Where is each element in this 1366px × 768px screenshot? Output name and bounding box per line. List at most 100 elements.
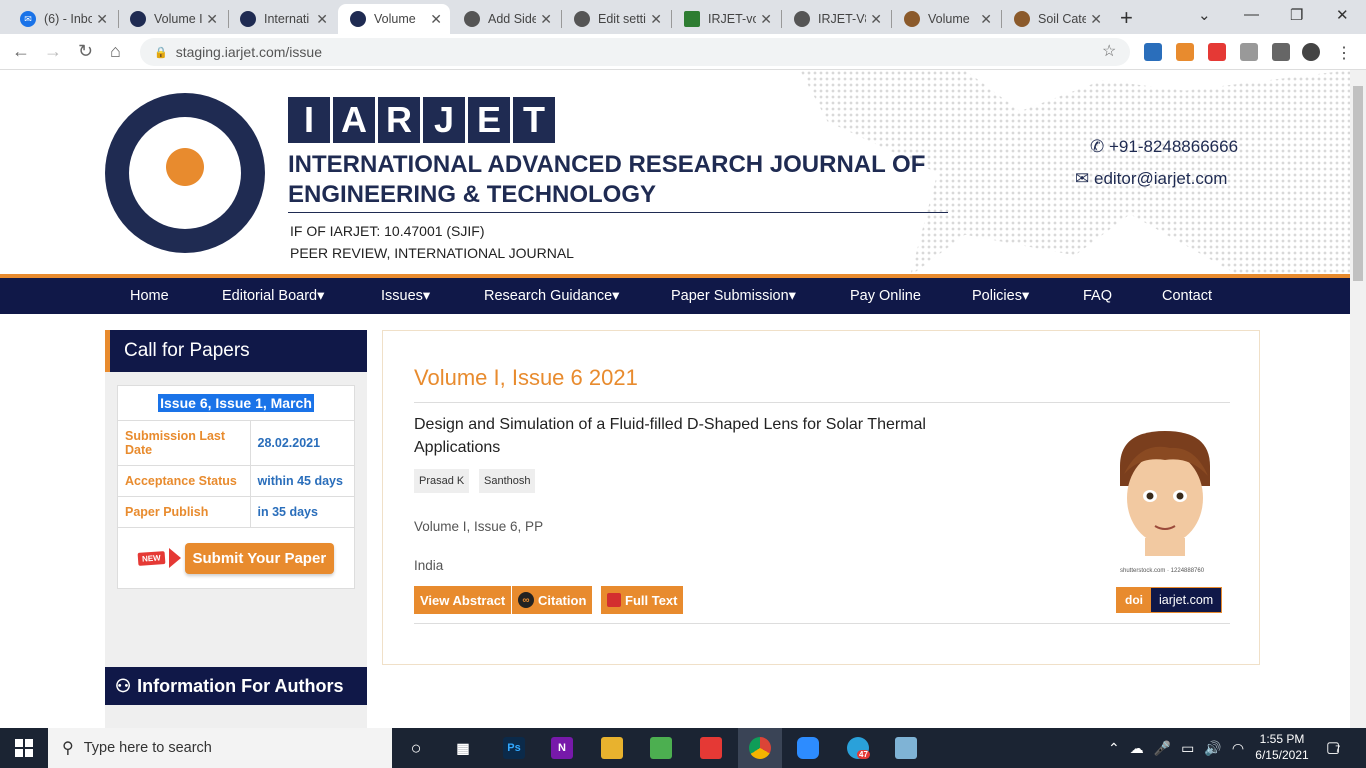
extension-icon[interactable] xyxy=(1240,43,1258,61)
reload-button[interactable]: ↻ xyxy=(78,41,93,62)
menu-dots-icon[interactable]: ⋮ xyxy=(1336,43,1354,62)
pdf-icon xyxy=(607,593,621,607)
profile-avatar[interactable] xyxy=(1302,43,1320,61)
menu-pay-online[interactable]: Pay Online xyxy=(850,288,921,304)
browser-tab-active[interactable]: Volume ✕ xyxy=(338,4,450,34)
taskbar-search[interactable]: ⚲ Type here to search xyxy=(48,728,392,768)
journal-logo[interactable] xyxy=(105,93,265,253)
menu-policies[interactable]: Policies▾ xyxy=(972,288,1029,304)
photoshop-icon[interactable]: Ps xyxy=(503,737,525,759)
submit-paper-button[interactable]: Submit Your Paper xyxy=(184,542,335,574)
home-button[interactable]: ⌂ xyxy=(110,41,121,62)
doi-badge[interactable]: doi iarjet.com xyxy=(1116,587,1223,613)
puzzle-icon[interactable] xyxy=(1272,43,1290,61)
cortana-icon[interactable]: ○ xyxy=(405,737,427,759)
address-bar[interactable]: 🔒 staging.iarjet.com/issue xyxy=(140,38,1130,66)
paper-title[interactable]: Design and Simulation of a Fluid-filled … xyxy=(414,413,934,459)
close-icon[interactable]: ✕ xyxy=(870,11,882,28)
close-icon[interactable]: ✕ xyxy=(316,11,328,28)
app-icon[interactable] xyxy=(700,737,722,759)
current-issue[interactable]: Issue 6, Issue 1, March xyxy=(158,394,314,412)
new-badge: NEW xyxy=(137,550,165,566)
close-icon[interactable]: ✕ xyxy=(980,11,992,28)
extension-icon[interactable] xyxy=(1208,43,1226,61)
minimize-button[interactable]: — xyxy=(1244,6,1259,23)
full-text-button[interactable]: Full Text xyxy=(601,586,684,614)
globe-icon xyxy=(574,11,590,27)
paper-country: India xyxy=(414,558,444,573)
battery-icon[interactable]: ▭ xyxy=(1181,740,1194,757)
table-row: Paper Publish in 35 days xyxy=(118,496,354,528)
notification-badge: 47 xyxy=(857,750,870,759)
menu-home[interactable]: Home xyxy=(130,288,169,304)
browser-tab[interactable]: Volume I ✕ xyxy=(118,4,226,34)
menu-editorial-board[interactable]: Editorial Board▾ xyxy=(222,288,324,304)
start-button[interactable] xyxy=(0,728,48,768)
cloud-icon[interactable]: ☁ xyxy=(1130,740,1144,757)
browser-tab[interactable]: Add Side ✕ xyxy=(452,4,560,34)
browser-tab[interactable]: Internati ✕ xyxy=(228,4,336,34)
phone-icon: ✆ xyxy=(1090,137,1105,156)
envelope-icon: ✉ xyxy=(1075,169,1090,188)
clock[interactable]: 1:55 PM 6/15/2021 xyxy=(1250,731,1314,763)
file-explorer-icon[interactable] xyxy=(601,737,623,759)
telegram-icon[interactable]: 47 xyxy=(847,737,870,759)
call-for-papers-table: Issue 6, Issue 1, March Submission Last … xyxy=(117,385,355,589)
microphone-icon[interactable]: 🎤 xyxy=(1154,740,1171,757)
tab-search-icon[interactable]: ⌄ xyxy=(1198,6,1211,24)
close-window-button[interactable]: ✕ xyxy=(1336,6,1349,24)
close-icon[interactable]: ✕ xyxy=(430,11,442,28)
onenote-icon[interactable]: N xyxy=(551,737,573,759)
browser-tab[interactable]: Soil Cate ✕ xyxy=(1002,4,1110,34)
browser-tab[interactable]: Edit setti ✕ xyxy=(562,4,670,34)
zoom-icon[interactable] xyxy=(797,737,819,759)
close-icon[interactable]: ✕ xyxy=(96,11,108,28)
menu-research-guidance[interactable]: Research Guidance▾ xyxy=(484,288,619,304)
phone-contact[interactable]: ✆ +91-8248866666 xyxy=(1090,137,1238,157)
extension-icon[interactable] xyxy=(1144,43,1162,61)
close-icon[interactable]: ✕ xyxy=(760,11,772,28)
close-icon[interactable]: ✕ xyxy=(206,11,218,28)
browser-tab[interactable]: Volume ✕ xyxy=(892,4,1000,34)
new-tab-button[interactable]: + xyxy=(1120,5,1133,31)
close-icon[interactable]: ✕ xyxy=(650,11,662,28)
chrome-icon[interactable] xyxy=(749,737,771,759)
citation-button[interactable]: ∞ Citation xyxy=(512,586,593,614)
brand-wordmark[interactable]: I A R J E T xyxy=(288,97,555,143)
extension-icon[interactable] xyxy=(1176,43,1194,61)
forward-button[interactable]: → xyxy=(44,41,62,62)
submit-row: NEW Submit Your Paper xyxy=(118,528,354,588)
close-icon[interactable]: ✕ xyxy=(1090,11,1102,28)
bookmark-star-icon[interactable]: ☆ xyxy=(1102,41,1116,61)
menu-faq[interactable]: FAQ xyxy=(1083,288,1112,304)
main-menu: Home Editorial Board▾ Issues▾ Research G… xyxy=(0,278,1350,314)
menu-contact[interactable]: Contact xyxy=(1162,288,1212,304)
back-button[interactable]: ← xyxy=(12,41,30,62)
view-abstract-button[interactable]: View Abstract xyxy=(414,586,512,614)
journal-title: INTERNATIONAL ADVANCED RESEARCH JOURNAL … xyxy=(288,150,948,213)
close-icon[interactable]: ✕ xyxy=(540,11,552,28)
menu-paper-submission[interactable]: Paper Submission▾ xyxy=(671,288,796,304)
notification-center-button[interactable]: ▢7 xyxy=(1326,738,1340,756)
volume-icon[interactable]: 🔊 xyxy=(1204,740,1221,757)
notepad-icon[interactable] xyxy=(650,737,672,759)
app-icon[interactable] xyxy=(895,737,917,759)
chevron-up-icon[interactable]: ⌃ xyxy=(1108,740,1120,757)
wifi-icon[interactable]: ◠ xyxy=(1232,740,1244,757)
web-page: I A R J E T INTERNATIONAL ADVANCED RESEA… xyxy=(0,70,1350,728)
sitemap-icon: ⚇ xyxy=(115,675,132,696)
scrollbar-thumb[interactable] xyxy=(1353,86,1363,281)
menu-issues[interactable]: Issues▾ xyxy=(381,288,430,304)
browser-tab[interactable]: ✉(6) - Inbox✕ xyxy=(8,4,116,34)
browser-tab[interactable]: IRJET-V8 ✕ xyxy=(782,4,890,34)
email-contact[interactable]: ✉ editor@iarjet.com xyxy=(1075,169,1227,189)
author-tag[interactable]: Santhosh xyxy=(479,469,536,493)
browser-tab-strip: ✉(6) - Inbox✕ Volume I✕ Internati✕ Volum… xyxy=(0,0,1366,34)
task-view-icon[interactable]: ▦ xyxy=(452,737,474,759)
globe-icon xyxy=(464,11,480,27)
table-row: Acceptance Status within 45 days xyxy=(118,465,354,497)
site-favicon-icon xyxy=(240,11,256,27)
restore-button[interactable]: ❐ xyxy=(1290,6,1303,24)
browser-tab[interactable]: IRJET-vo ✕ xyxy=(672,4,780,34)
author-tag[interactable]: Prasad K xyxy=(414,469,470,493)
